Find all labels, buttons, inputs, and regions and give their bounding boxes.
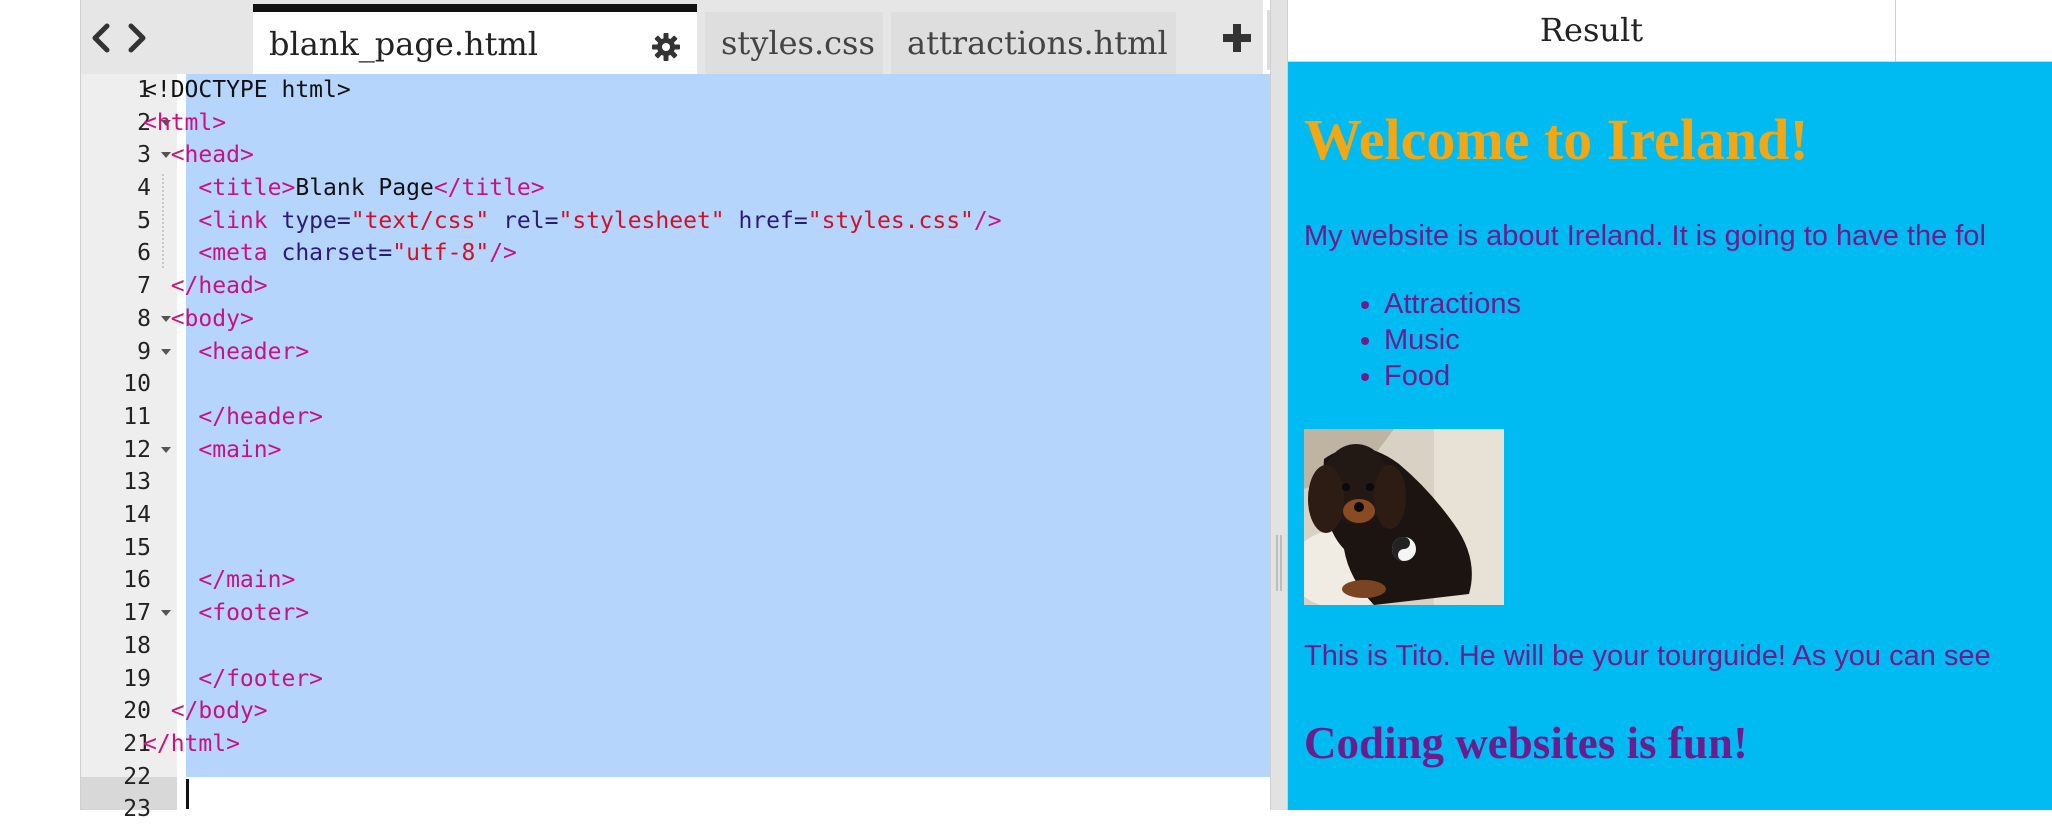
code-text: <footer> — [198, 600, 310, 627]
code-text: <main> — [198, 436, 282, 463]
code-line[interactable]: </footer> — [186, 663, 1270, 695]
splitter-handle[interactable] — [1276, 535, 1282, 591]
code-line[interactable]: <head> — [171, 139, 1270, 171]
result-header: Result — [1288, 0, 2052, 62]
line-number-text: 23 — [123, 796, 151, 823]
tab-label: styles.css — [721, 24, 875, 62]
code-text: </head> — [170, 273, 268, 300]
code-line[interactable]: <link type="text/css" rel="stylesheet" h… — [186, 205, 1270, 237]
code-line[interactable]: <body> — [171, 303, 1270, 335]
code-line[interactable]: <!DOCTYPE html> — [143, 74, 1270, 106]
code-line[interactable] — [186, 793, 1270, 825]
tab-result[interactable]: Result — [1288, 0, 1896, 62]
tab-label: attractions.html — [907, 24, 1168, 62]
line-number: 13 — [81, 466, 177, 498]
code-line[interactable]: </head> — [171, 270, 1270, 302]
code-line[interactable]: </main> — [186, 564, 1270, 596]
list-item: Music — [1384, 322, 1521, 358]
code-text: </body> — [170, 698, 268, 725]
preview-intro-text: My website is about Ireland. It is going… — [1304, 220, 1986, 252]
list-item: Attractions — [1384, 286, 1521, 322]
panel-splitter[interactable] — [1270, 0, 1288, 810]
code-line[interactable]: <meta charset="utf-8"/> — [186, 237, 1270, 269]
chevron-left-icon[interactable] — [87, 18, 117, 58]
tab-attractions-html[interactable]: attractions.html — [891, 12, 1176, 74]
code-text: </footer> — [198, 665, 324, 692]
code-line[interactable]: <title>Blank Page</title> — [186, 172, 1270, 204]
code-line[interactable] — [186, 368, 1270, 400]
code-text: <title>Blank Page</title> — [198, 175, 545, 202]
line-number-text: 18 — [123, 632, 151, 659]
line-number: 14 — [81, 499, 177, 531]
line-number: 18 — [81, 630, 177, 662]
line-number-text: 15 — [123, 534, 151, 561]
line-number: 15 — [81, 532, 177, 564]
code-line[interactable] — [186, 499, 1270, 531]
code-text: <meta charset="utf-8"/> — [198, 240, 517, 267]
code-lines[interactable]: <!DOCTYPE html> <html> <head> <title>Blan… — [143, 74, 1270, 810]
line-number-text: 14 — [123, 502, 151, 529]
plus-icon[interactable] — [1221, 22, 1253, 54]
left-margin — [0, 0, 80, 810]
code-line[interactable] — [186, 466, 1270, 498]
line-number-text: 10 — [123, 371, 151, 398]
dog-photo — [1304, 429, 1504, 605]
code-text: <body> — [170, 305, 254, 332]
code-text: <header> — [198, 338, 310, 365]
indent-guide — [162, 174, 164, 269]
line-number-text: 13 — [123, 469, 151, 496]
text-cursor — [186, 779, 189, 809]
result-preview: Welcome to Ireland! My website is about … — [1288, 62, 2052, 810]
tab-styles-css[interactable]: styles.css — [705, 12, 883, 74]
code-text: <head> — [170, 142, 254, 169]
code-text: <link type="text/css" rel="stylesheet" h… — [198, 207, 1002, 234]
code-line[interactable] — [186, 630, 1270, 662]
list-item: Food — [1384, 358, 1521, 394]
line-number-text: 22 — [123, 763, 151, 790]
code-line[interactable] — [186, 761, 1270, 793]
gear-icon[interactable] — [651, 32, 681, 62]
code-line[interactable]: <header> — [186, 336, 1270, 368]
code-text: <!DOCTYPE html> — [143, 77, 351, 103]
preview-subheading: Coding websites is fun! — [1304, 718, 1748, 768]
code-text: </main> — [198, 567, 296, 594]
line-number: 10 — [81, 368, 177, 400]
preview-heading: Welcome to Ireland! — [1304, 107, 1809, 172]
editor-tab-bar: tml blank_page.html styles.css attractio… — [80, 0, 1317, 74]
code-line[interactable]: <footer> — [186, 597, 1270, 629]
code-text: </html> — [143, 730, 240, 757]
code-line[interactable]: </header> — [186, 401, 1270, 433]
chevron-right-icon[interactable] — [121, 18, 151, 58]
tab-blank-page-html[interactable]: blank_page.html — [253, 4, 697, 74]
code-line[interactable]: </body> — [171, 695, 1270, 727]
preview-topic-list: Attractions Music Food — [1384, 286, 1521, 394]
code-line[interactable]: <html> — [143, 107, 1270, 139]
preview-caption: This is Tito. He will be your tourguide!… — [1304, 640, 1991, 672]
code-line[interactable]: <main> — [186, 434, 1270, 466]
code-line[interactable]: </html> — [143, 728, 1270, 760]
code-text: </header> — [198, 403, 324, 430]
tab-label: blank_page.html — [269, 25, 538, 63]
line-number: 22 — [81, 761, 177, 793]
code-text: <html> — [143, 109, 227, 136]
line-number: 23 — [81, 793, 177, 825]
code-line[interactable] — [186, 532, 1270, 564]
